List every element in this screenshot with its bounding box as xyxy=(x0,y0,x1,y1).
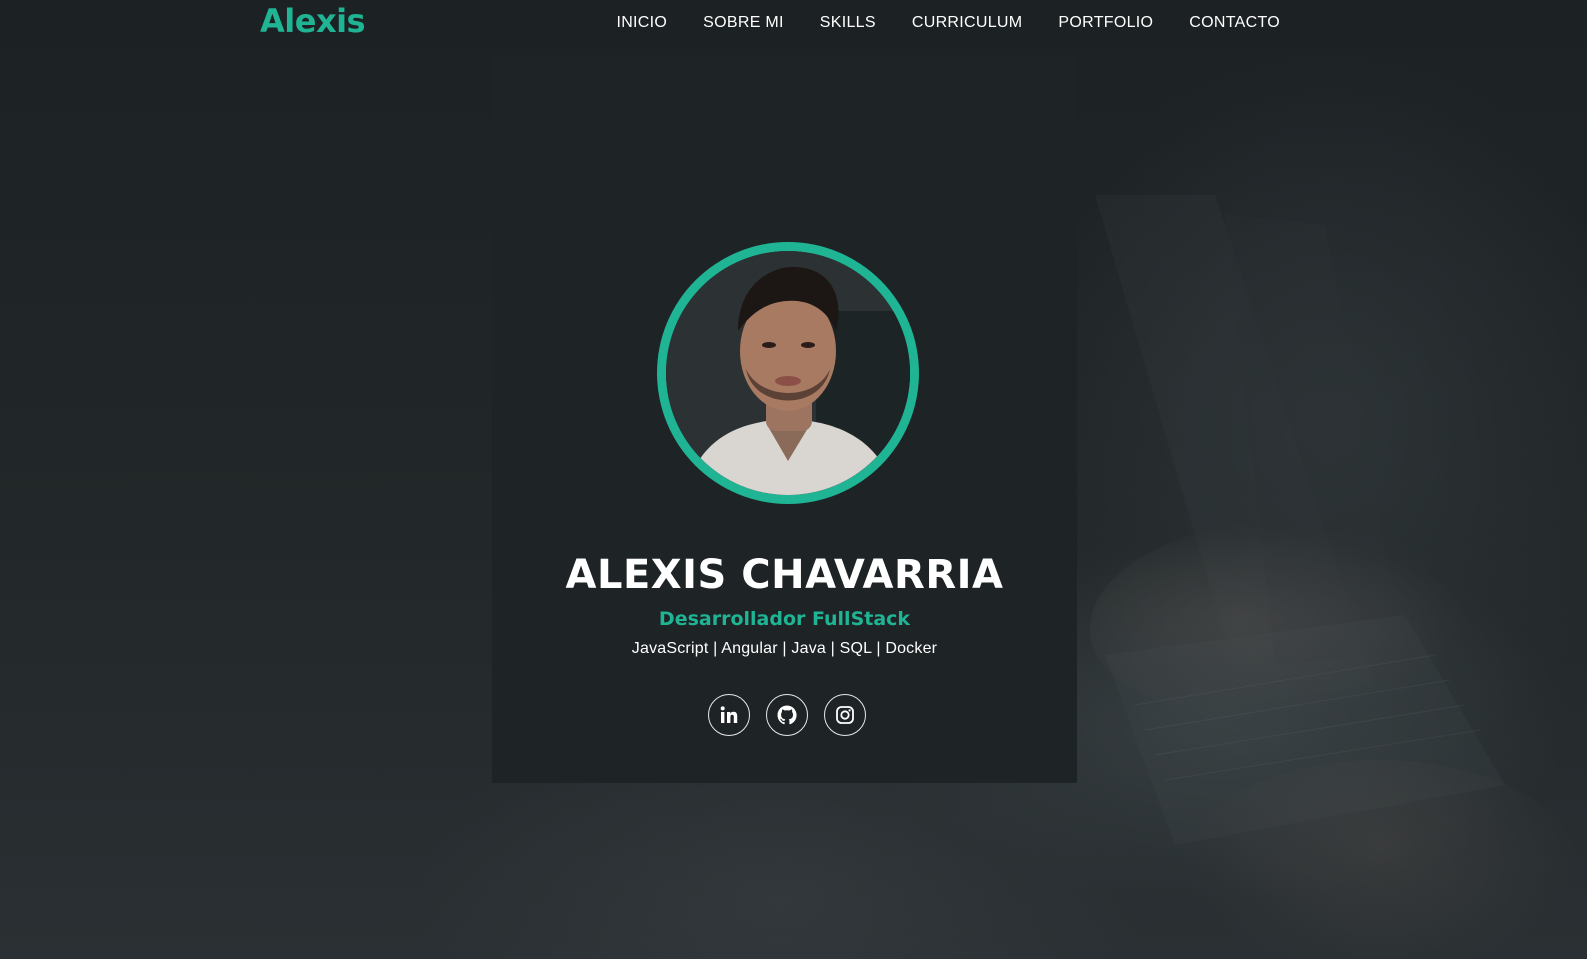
nav-link-skills[interactable]: SKILLS xyxy=(820,14,876,32)
nav-link-portfolio[interactable]: PORTFOLIO xyxy=(1058,14,1153,32)
github-icon xyxy=(777,705,797,725)
hero-name: ALEXIS CHAVARRIA xyxy=(565,552,1004,598)
nav-link-inicio[interactable]: INICIO xyxy=(616,14,667,32)
nav-link-sobre-mi[interactable]: SOBRE MI xyxy=(703,14,784,32)
social-links xyxy=(708,694,866,736)
linkedin-button[interactable] xyxy=(708,694,750,736)
profile-photo-icon xyxy=(666,251,910,495)
github-button[interactable] xyxy=(766,694,808,736)
page: Alexis INICIO SOBRE MI SKILLS CURRICULUM… xyxy=(0,0,1587,959)
avatar xyxy=(666,251,910,495)
nav-link-curriculum[interactable]: CURRICULUM xyxy=(912,14,1023,32)
hero-tech-stack: JavaScript | Angular | Java | SQL | Dock… xyxy=(631,640,938,657)
instagram-icon xyxy=(836,706,854,724)
linkedin-icon xyxy=(720,706,738,723)
avatar-ring xyxy=(657,242,919,504)
navbar: Alexis INICIO SOBRE MI SKILLS CURRICULUM… xyxy=(0,0,1587,46)
hero-role: Desarrollador FullStack xyxy=(658,608,911,630)
site-logo[interactable]: Alexis xyxy=(260,2,366,40)
background-laptop-image xyxy=(1095,195,1505,845)
nav-link-contacto[interactable]: CONTACTO xyxy=(1189,14,1280,32)
instagram-button[interactable] xyxy=(824,694,866,736)
nav-menu: INICIO SOBRE MI SKILLS CURRICULUM PORTFO… xyxy=(580,14,1280,32)
